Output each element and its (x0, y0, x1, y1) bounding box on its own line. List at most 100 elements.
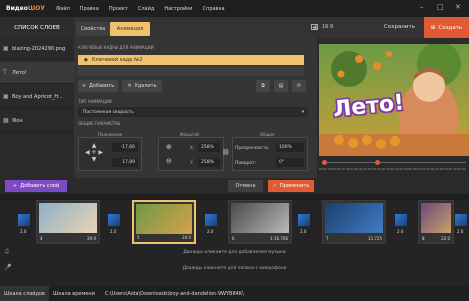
apply-label: Применить (279, 183, 310, 189)
move-arrows-icon[interactable]: ▲ ◀ ✛ ▶ ▼ (84, 142, 104, 163)
transition-item[interactable] (455, 214, 467, 226)
layer-item[interactable]: ▣ blazing-2024290.png (0, 38, 74, 60)
slide-thumbnail (136, 204, 192, 234)
slide-duration: 1:16.706 (270, 236, 288, 241)
anim-type-select[interactable]: Постоянная скорость ▾ (78, 107, 308, 117)
general-label: Общие (260, 132, 275, 137)
voice-track-hint[interactable]: Дважды кликните для записи с микрофона (0, 266, 469, 271)
slide-duration: 24.0 (182, 235, 191, 240)
app-logo: ВидеоШОУ (6, 5, 45, 12)
paste-icon[interactable]: ▤ (274, 80, 288, 92)
position-x-input[interactable]: -17,66 (112, 143, 138, 152)
slide-item[interactable]: 8 22.0 (418, 200, 454, 244)
save-button[interactable]: Сохранить (384, 24, 415, 30)
menu-settings[interactable]: Настройки (159, 6, 197, 12)
layer-item[interactable]: ▣ Boy and Apricot_H... (0, 86, 74, 108)
transition-duration: 2.0 (207, 229, 214, 234)
preview-canvas[interactable]: Лето! (319, 44, 469, 156)
slide-item[interactable]: 6 1:16.706 (228, 200, 292, 244)
add-label: Добавить (89, 83, 115, 89)
scale-label: Масштаб (180, 132, 200, 137)
scale-y-input[interactable]: 258% (198, 158, 220, 167)
keyframe-marker[interactable] (322, 160, 327, 165)
image-icon: ▣ (3, 93, 9, 100)
scale-x-label: X: (190, 145, 195, 150)
opacity-input[interactable]: 100% (276, 143, 304, 152)
cancel-button[interactable]: Отмена (228, 180, 263, 192)
transition-item[interactable] (298, 214, 310, 226)
close-icon: ✕ (127, 83, 132, 89)
slide-item[interactable]: 4 29.0 (36, 200, 100, 244)
slide-number: 4 (40, 236, 43, 241)
tab-timeline[interactable]: Шкала времени (49, 286, 99, 301)
slide-duration: 15.725 (368, 236, 382, 241)
keyframe-item-selected[interactable]: ◆ Ключевой кадр №2 (78, 55, 304, 65)
zoom-in-icon[interactable]: ⊕ (166, 143, 172, 151)
slide-thumbnail (325, 203, 383, 233)
text-icon: T (3, 69, 7, 76)
menu-file[interactable]: Файл (51, 6, 75, 12)
menu-bar: ВидеоШОУ Файл Правка Проект Слайд Настро… (0, 0, 469, 17)
maximize-icon[interactable]: □ (437, 3, 444, 11)
slide-thumbnail (231, 203, 289, 233)
slide-item-selected[interactable]: 5 24.0 (132, 200, 196, 244)
transition-item[interactable] (18, 214, 30, 226)
chevron-down-icon: ▾ (301, 109, 304, 115)
menu-slide[interactable]: Слайд (133, 6, 159, 12)
tab-properties[interactable]: Свойства (76, 22, 110, 36)
transition-item[interactable] (108, 214, 120, 226)
transition-item[interactable] (395, 214, 407, 226)
add-keyframe-button[interactable]: + Добавить (78, 80, 118, 92)
transition-duration: 2.0 (20, 229, 27, 234)
bottom-bar: Шкала слайдов Шкала времени C:\Users\Aid… (0, 286, 469, 301)
position-y-input[interactable]: 17,89 (112, 158, 138, 167)
aspect-icon[interactable] (311, 24, 318, 30)
keyframe-icon: ◆ (84, 57, 88, 63)
image-icon: ▣ (3, 45, 9, 52)
menu-help[interactable]: Справка (198, 6, 230, 12)
close-icon[interactable]: ✕ (455, 3, 461, 11)
menu-project[interactable]: Проект (104, 6, 133, 12)
refresh-icon[interactable]: ⟳ (292, 80, 306, 92)
plus-icon: + (81, 83, 87, 89)
rotation-input[interactable]: 0° (276, 158, 304, 167)
delete-keyframe-button[interactable]: ✕ Удалить (122, 80, 162, 92)
transition-duration: 2.0 (300, 229, 307, 234)
music-icon: ♫ (4, 248, 10, 255)
layer-item[interactable]: ▦ Фон (0, 110, 74, 132)
link-icon[interactable]: ⛓ (222, 149, 230, 156)
transition-item[interactable] (205, 214, 217, 226)
apply-button[interactable]: ✓ Применить (268, 180, 314, 192)
copy-icon[interactable]: ⧉ (256, 80, 270, 92)
scale-x-input[interactable]: 258% (198, 143, 220, 152)
ruler-labels: 00:00.00 00:00.50 00:01.00 00:01.50 00:0… (319, 167, 466, 171)
aspect-ratio[interactable]: 16:9 (322, 24, 333, 30)
create-button[interactable]: ⊞ Создать (424, 17, 469, 38)
minimize-icon[interactable]: – (420, 3, 424, 11)
rotation-label: Поворот: (235, 161, 257, 166)
tab-slides[interactable]: Шкала слайдов (0, 286, 50, 301)
slide-item[interactable]: 7 15.725 (322, 200, 386, 244)
layer-label: blazing-2024290.png (12, 45, 66, 52)
tab-animation[interactable]: Анимация (110, 22, 150, 36)
keyframe-marker[interactable] (375, 160, 380, 165)
keyframe-label: Ключевой кадр №2 (91, 57, 143, 63)
slide-number: 6 (232, 236, 235, 241)
keyframes-label: КЛЮЧЕВЫЕ КАДРЫ ДЛЯ АНИМАЦИИ (78, 45, 154, 50)
music-track-hint[interactable]: Дважды кликните для добавления музыки (0, 250, 469, 255)
slide-thumbnail (421, 203, 451, 233)
keyframe-item[interactable] (78, 66, 304, 76)
layer-label: Лето! (12, 69, 27, 76)
zoom-out-icon[interactable]: ⊖ (166, 157, 172, 165)
add-slide-button[interactable]: + Добавить слой (5, 180, 67, 192)
file-path: C:\Users\Aida\Downloads\boy-and-dandelio… (104, 290, 244, 297)
scale-y-label: Y: (190, 160, 194, 165)
anim-type-label: ТИП АНИМАЦИИ (78, 99, 112, 104)
layer-item[interactable]: T Лето! (0, 62, 74, 84)
preview-ruler (322, 162, 466, 163)
plus-icon: + (12, 183, 18, 189)
slide-duration: 22.0 (441, 236, 450, 241)
menu-edit[interactable]: Правка (75, 6, 104, 12)
background-icon: ▦ (3, 117, 9, 124)
slide-thumbnail (39, 203, 97, 233)
